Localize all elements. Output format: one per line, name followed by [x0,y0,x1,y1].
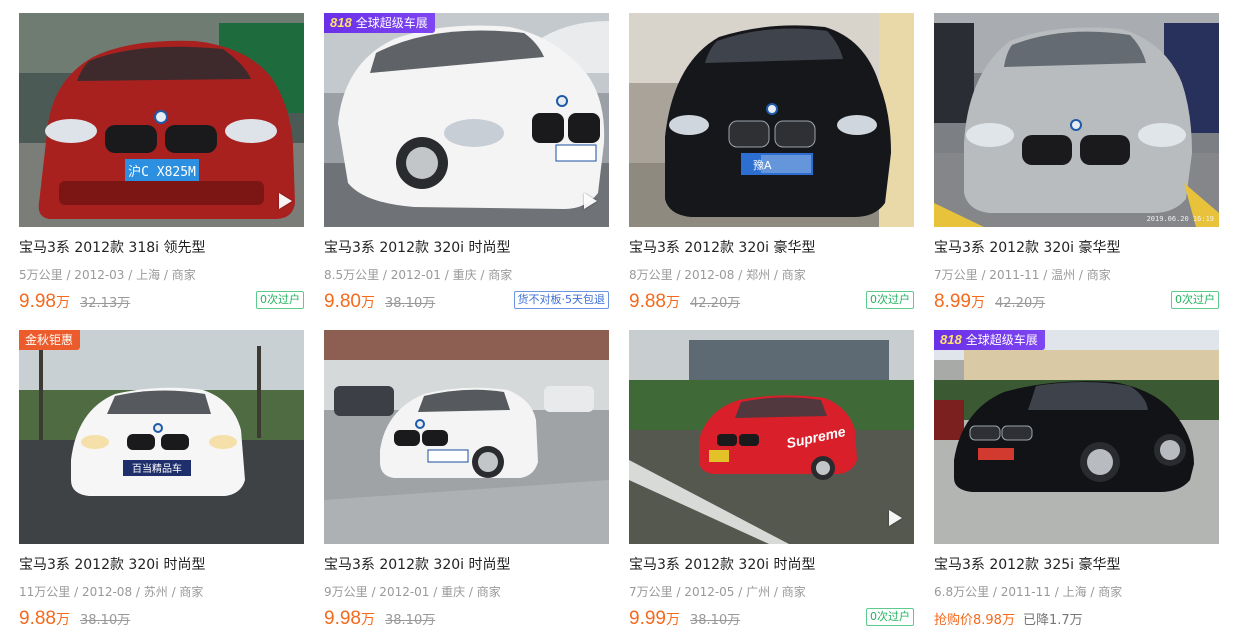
transfer-tag: 0次过户 [256,291,304,309]
price-row: 9.98万 32.13万 0次过户 [19,289,304,315]
car-image: 百当精品车 [19,330,304,544]
car-image [324,13,609,227]
car-photo[interactable]: 818 全球超级车展 [324,13,609,227]
car-meta: 5万公里 / 2012-03 / 上海 / 商家 [19,268,196,282]
original-price: 38.10万 [385,296,436,311]
original-price: 42.20万 [690,296,741,311]
car-photo[interactable]: 豫A [629,13,914,227]
video-play-icon[interactable] [889,510,902,526]
car-image: 2019.06.20 16:19 [934,13,1219,227]
car-photo[interactable]: 沪C X825M [19,13,304,227]
car-title[interactable]: 宝马3系 2012款 318i 领先型 [19,237,206,257]
car-title[interactable]: 宝马3系 2012款 320i 时尚型 [324,554,511,574]
car-title[interactable]: 宝马3系 2012款 325i 豪华型 [934,554,1121,574]
current-price: 9.99万 [629,608,680,629]
return-guarantee-tag: 货不对板·5天包退 [513,291,609,309]
current-price: 9.88万 [19,608,70,629]
current-price: 8.99万 [934,291,985,312]
car-card[interactable]: 2019.06.20 16:19 宝马3系 2012款 320i 豪华型 7万公… [934,13,1220,318]
car-title[interactable]: 宝马3系 2012款 320i 时尚型 [19,554,206,574]
price-row: 9.88万 42.20万 0次过户 [629,289,914,315]
price-row: 9.99万 38.10万 0次过户 [629,606,914,632]
price-row: 抢购价8.98万 已降1.7万 [934,606,1219,632]
promo-price: 抢购价8.98万 已降1.7万 [934,613,1083,628]
current-price: 9.98万 [324,608,375,629]
autumn-sale-badge: 金秋钜惠 [19,330,81,350]
original-price: 42.20万 [995,296,1046,311]
car-image: Supreme [629,330,914,544]
car-photo[interactable]: 818 全球超级车展 [934,330,1219,544]
car-listing-grid: 沪C X825M 宝马3系 2012款 318i 领先型 5万公里 / 2012… [0,0,1244,641]
svg-text:百当精品车: 百当精品车 [132,462,182,475]
video-play-icon[interactable] [584,193,597,209]
car-title[interactable]: 宝马3系 2012款 320i 豪华型 [934,237,1121,257]
price-drop: 已降1.7万 [1022,613,1083,628]
car-expo-badge: 818 全球超级车展 [934,330,1045,350]
original-price: 38.10万 [385,613,436,628]
car-image [324,330,609,544]
car-title[interactable]: 宝马3系 2012款 320i 时尚型 [629,554,816,574]
car-meta: 11万公里 / 2012-08 / 苏州 / 商家 [19,585,204,599]
transfer-tag: 0次过户 [866,608,914,626]
transfer-tag: 0次过户 [866,291,914,309]
price-row: 9.98万 38.10万 [324,606,609,632]
car-card[interactable]: 818 全球超级车展 宝马3系 2012款 325i 豪华型 6.8万公里 / 2… [934,330,1220,635]
car-photo[interactable]: 2019.06.20 16:19 [934,13,1219,227]
car-image [934,330,1219,544]
current-price: 9.80万 [324,291,375,312]
car-meta: 8万公里 / 2012-08 / 郑州 / 商家 [629,268,806,282]
svg-text:豫A: 豫A [753,159,772,172]
car-image: 豫A [629,13,914,227]
car-meta: 7万公里 / 2012-05 / 广州 / 商家 [629,585,806,599]
car-card[interactable]: Supreme 宝马3系 2012款 320i 时尚型 7万公里 / 2012-… [629,330,915,635]
original-price: 38.10万 [80,613,131,628]
svg-text:2019.06.20 16:19: 2019.06.20 16:19 [1147,215,1214,223]
original-price: 38.10万 [690,613,741,628]
svg-text:沪C X825M: 沪C X825M [128,164,196,180]
car-meta: 7万公里 / 2011-11 / 温州 / 商家 [934,268,1111,282]
car-card[interactable]: 818 全球超级车展 宝马3系 2012款 320i 时尚型 8.5万公里 / 2… [324,13,610,318]
car-card[interactable]: 宝马3系 2012款 320i 时尚型 9万公里 / 2012-01 / 重庆 … [324,330,610,635]
car-expo-badge: 818 全球超级车展 [324,13,435,33]
car-title[interactable]: 宝马3系 2012款 320i 豪华型 [629,237,816,257]
video-play-icon[interactable] [279,193,292,209]
car-photo[interactable] [324,330,609,544]
transfer-tag: 0次过户 [1171,291,1219,309]
car-card[interactable]: 百当精品车 金秋钜惠 宝马3系 2012款 320i 时尚型 11万公里 / 2… [19,330,305,635]
car-image: 沪C X825M [19,13,304,227]
car-photo[interactable]: 百当精品车 金秋钜惠 [19,330,304,544]
car-card[interactable]: 沪C X825M 宝马3系 2012款 318i 领先型 5万公里 / 2012… [19,13,305,318]
car-title[interactable]: 宝马3系 2012款 320i 时尚型 [324,237,511,257]
car-meta: 6.8万公里 / 2011-11 / 上海 / 商家 [934,585,1123,599]
current-price: 9.88万 [629,291,680,312]
car-photo[interactable]: Supreme [629,330,914,544]
car-meta: 9万公里 / 2012-01 / 重庆 / 商家 [324,585,501,599]
current-price: 9.98万 [19,291,70,312]
price-row: 9.80万 38.10万 货不对板·5天包退 [324,289,609,315]
price-row: 9.88万 38.10万 [19,606,304,632]
original-price: 32.13万 [80,296,131,311]
car-card[interactable]: 豫A 宝马3系 2012款 320i 豪华型 8万公里 / 2012-08 / … [629,13,915,318]
car-meta: 8.5万公里 / 2012-01 / 重庆 / 商家 [324,268,513,282]
price-row: 8.99万 42.20万 0次过户 [934,289,1219,315]
